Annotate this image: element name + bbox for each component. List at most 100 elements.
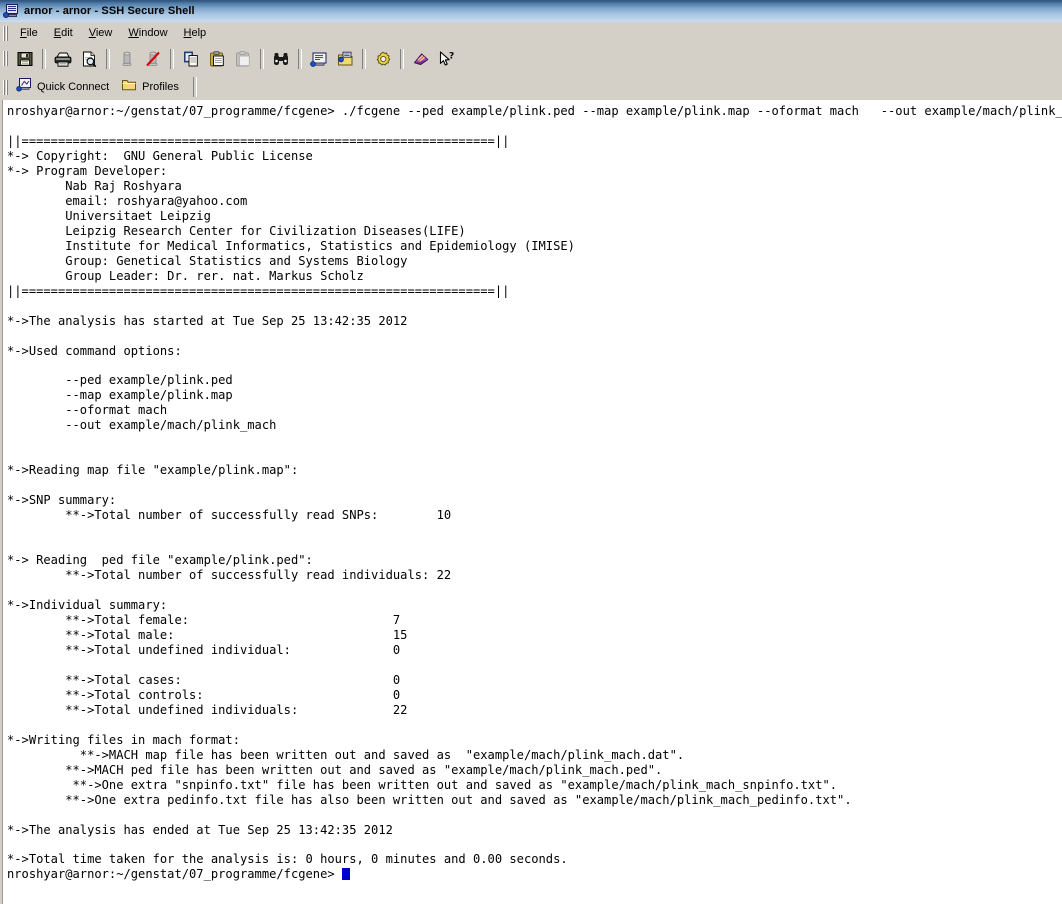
- print-preview-button[interactable]: [76, 47, 102, 71]
- find-binoculars-icon: [272, 50, 290, 68]
- find-button[interactable]: [268, 47, 294, 71]
- save-button[interactable]: [12, 47, 38, 71]
- print-button[interactable]: [50, 47, 76, 71]
- terminal-prompt-line: nroshyar@arnor:~/genstat/07_programme/fc…: [7, 867, 1062, 882]
- toolbar-drag-grip[interactable]: [2, 50, 9, 67]
- connect-button[interactable]: [114, 47, 140, 71]
- paste-icon: [208, 50, 226, 68]
- title-bar: arnor - arnor - SSH Secure Shell: [0, 0, 1062, 22]
- terminal-line: ||======================================…: [7, 133, 510, 148]
- settings-button[interactable]: [370, 47, 396, 71]
- profiles-button[interactable]: Profiles: [117, 76, 187, 98]
- menu-drag-grip[interactable]: [2, 25, 9, 42]
- terminal-line: *->Used command options:: [7, 343, 182, 358]
- terminal-line: *-> Program Developer:: [7, 163, 168, 178]
- menu-bar: File Edit View Window Help: [0, 22, 1062, 44]
- terminal-line: **->Total cases: 0: [7, 672, 401, 687]
- folder-icon: [121, 77, 137, 98]
- toolbar-separator: [42, 48, 46, 69]
- svg-text:?: ?: [449, 51, 454, 61]
- terminal-line: *->Reading map file "example/plink.map":: [7, 463, 299, 478]
- toolbar-separator: [260, 48, 264, 69]
- terminal-line: **->Total controls: 0: [7, 687, 401, 702]
- terminal-line: **->One extra "snpinfo.txt" file has bee…: [7, 777, 838, 792]
- menu-item-view[interactable]: View: [81, 25, 121, 42]
- terminal-line: Leipzig Research Center for Civilization…: [7, 223, 466, 238]
- terminal-line: *-> Copyright: GNU General Public Licens…: [7, 148, 313, 163]
- terminal-line: Group Leader: Dr. rer. nat. Markus Schol…: [7, 268, 364, 283]
- menu-item-edit[interactable]: Edit: [46, 25, 81, 42]
- quick-connect-label: Quick Connect: [37, 81, 110, 93]
- toolbar-separator: [106, 48, 110, 69]
- paste-special-button[interactable]: [230, 47, 256, 71]
- copy-icon: [182, 50, 200, 68]
- terminal-line: **->Total female: 7: [7, 612, 401, 627]
- connect-icon: [118, 50, 136, 68]
- menu-item-help[interactable]: Help: [176, 25, 215, 42]
- terminal-output: nroshyar@arnor:~/genstat/07_programme/fc…: [7, 104, 1062, 882]
- terminal-line: *->Total time taken for the analysis is:…: [7, 852, 568, 867]
- terminal-line: **->Total number of successfully read in…: [7, 568, 452, 583]
- terminal-line: Nab Raj Roshyara: [7, 178, 182, 193]
- terminal-line: *->The analysis has ended at Tue Sep 25 …: [7, 822, 393, 837]
- paste-disabled-icon: [234, 50, 252, 68]
- terminal-line: --map example/plink.map: [7, 388, 233, 403]
- terminal-area: nroshyar@arnor:~/genstat/07_programme/fc…: [0, 100, 1062, 904]
- ssh-secure-shell-window: arnor - arnor - SSH Secure Shell File Ed…: [0, 0, 1062, 904]
- terminal-prompt: nroshyar@arnor:~/genstat/07_programme/fc…: [7, 867, 342, 882]
- terminal-line: **->Total number of successfully read SN…: [7, 508, 452, 523]
- toolbar: ?: [0, 44, 1062, 74]
- new-terminal-button[interactable]: [306, 47, 332, 71]
- terminal-line: --ped example/plink.ped: [7, 373, 233, 388]
- terminal-line: **->MACH ped file has been written out a…: [7, 762, 663, 777]
- terminal-line: nroshyar@arnor:~/genstat/07_programme/fc…: [7, 104, 1062, 118]
- paste-button[interactable]: [204, 47, 230, 71]
- terminal-line: email: roshyara@yahoo.com: [7, 193, 248, 208]
- toolbar-separator: [362, 48, 366, 69]
- terminal-line: *-> Reading ped file "example/plink.ped"…: [7, 553, 313, 568]
- quick-connect-icon: [16, 77, 32, 98]
- connect-bar-drag-grip[interactable]: [2, 79, 9, 96]
- copy-button[interactable]: [178, 47, 204, 71]
- terminal-line: Universitaet Leipzig: [7, 208, 211, 223]
- menu-item-window[interactable]: Window: [120, 25, 175, 42]
- terminal-screen[interactable]: nroshyar@arnor:~/genstat/07_programme/fc…: [2, 100, 1062, 904]
- quick-connect-button[interactable]: Quick Connect: [12, 76, 117, 98]
- file-transfer-button[interactable]: [332, 47, 358, 71]
- terminal-line: **->MACH map file has been written out a…: [7, 747, 685, 762]
- terminal-line: Group: Genetical Statistics and Systems …: [7, 253, 408, 268]
- disconnect-icon: [144, 50, 162, 68]
- terminal-line: --out example/mach/plink_mach: [7, 418, 277, 433]
- terminal-line: *->Individual summary:: [7, 597, 168, 612]
- terminal-line: ||======================================…: [7, 283, 510, 298]
- context-help-button[interactable]: ?: [434, 47, 460, 71]
- toolbar-separator: [400, 48, 404, 69]
- new-terminal-icon: [310, 50, 328, 68]
- disconnect-button[interactable]: [140, 47, 166, 71]
- help-book-icon: [412, 50, 430, 68]
- connect-bar-separator: [192, 77, 197, 97]
- ssh-terminal-icon: [3, 3, 19, 19]
- toolbar-separator: [170, 48, 174, 69]
- toolbar-separator: [298, 48, 302, 69]
- menu-item-file[interactable]: File: [12, 25, 46, 42]
- terminal-line: *->SNP summary:: [7, 493, 117, 508]
- terminal-line: *->Writing files in mach format:: [7, 732, 240, 747]
- save-floppy-icon: [16, 50, 34, 68]
- help-book-button[interactable]: [408, 47, 434, 71]
- terminal-line: **->Total undefined individual: 0: [7, 642, 401, 657]
- terminal-line: --oformat mach: [7, 403, 168, 418]
- terminal-line: **->One extra pedinfo.txt file has also …: [7, 792, 852, 807]
- terminal-line: Institute for Medical Informatics, Stati…: [7, 238, 575, 253]
